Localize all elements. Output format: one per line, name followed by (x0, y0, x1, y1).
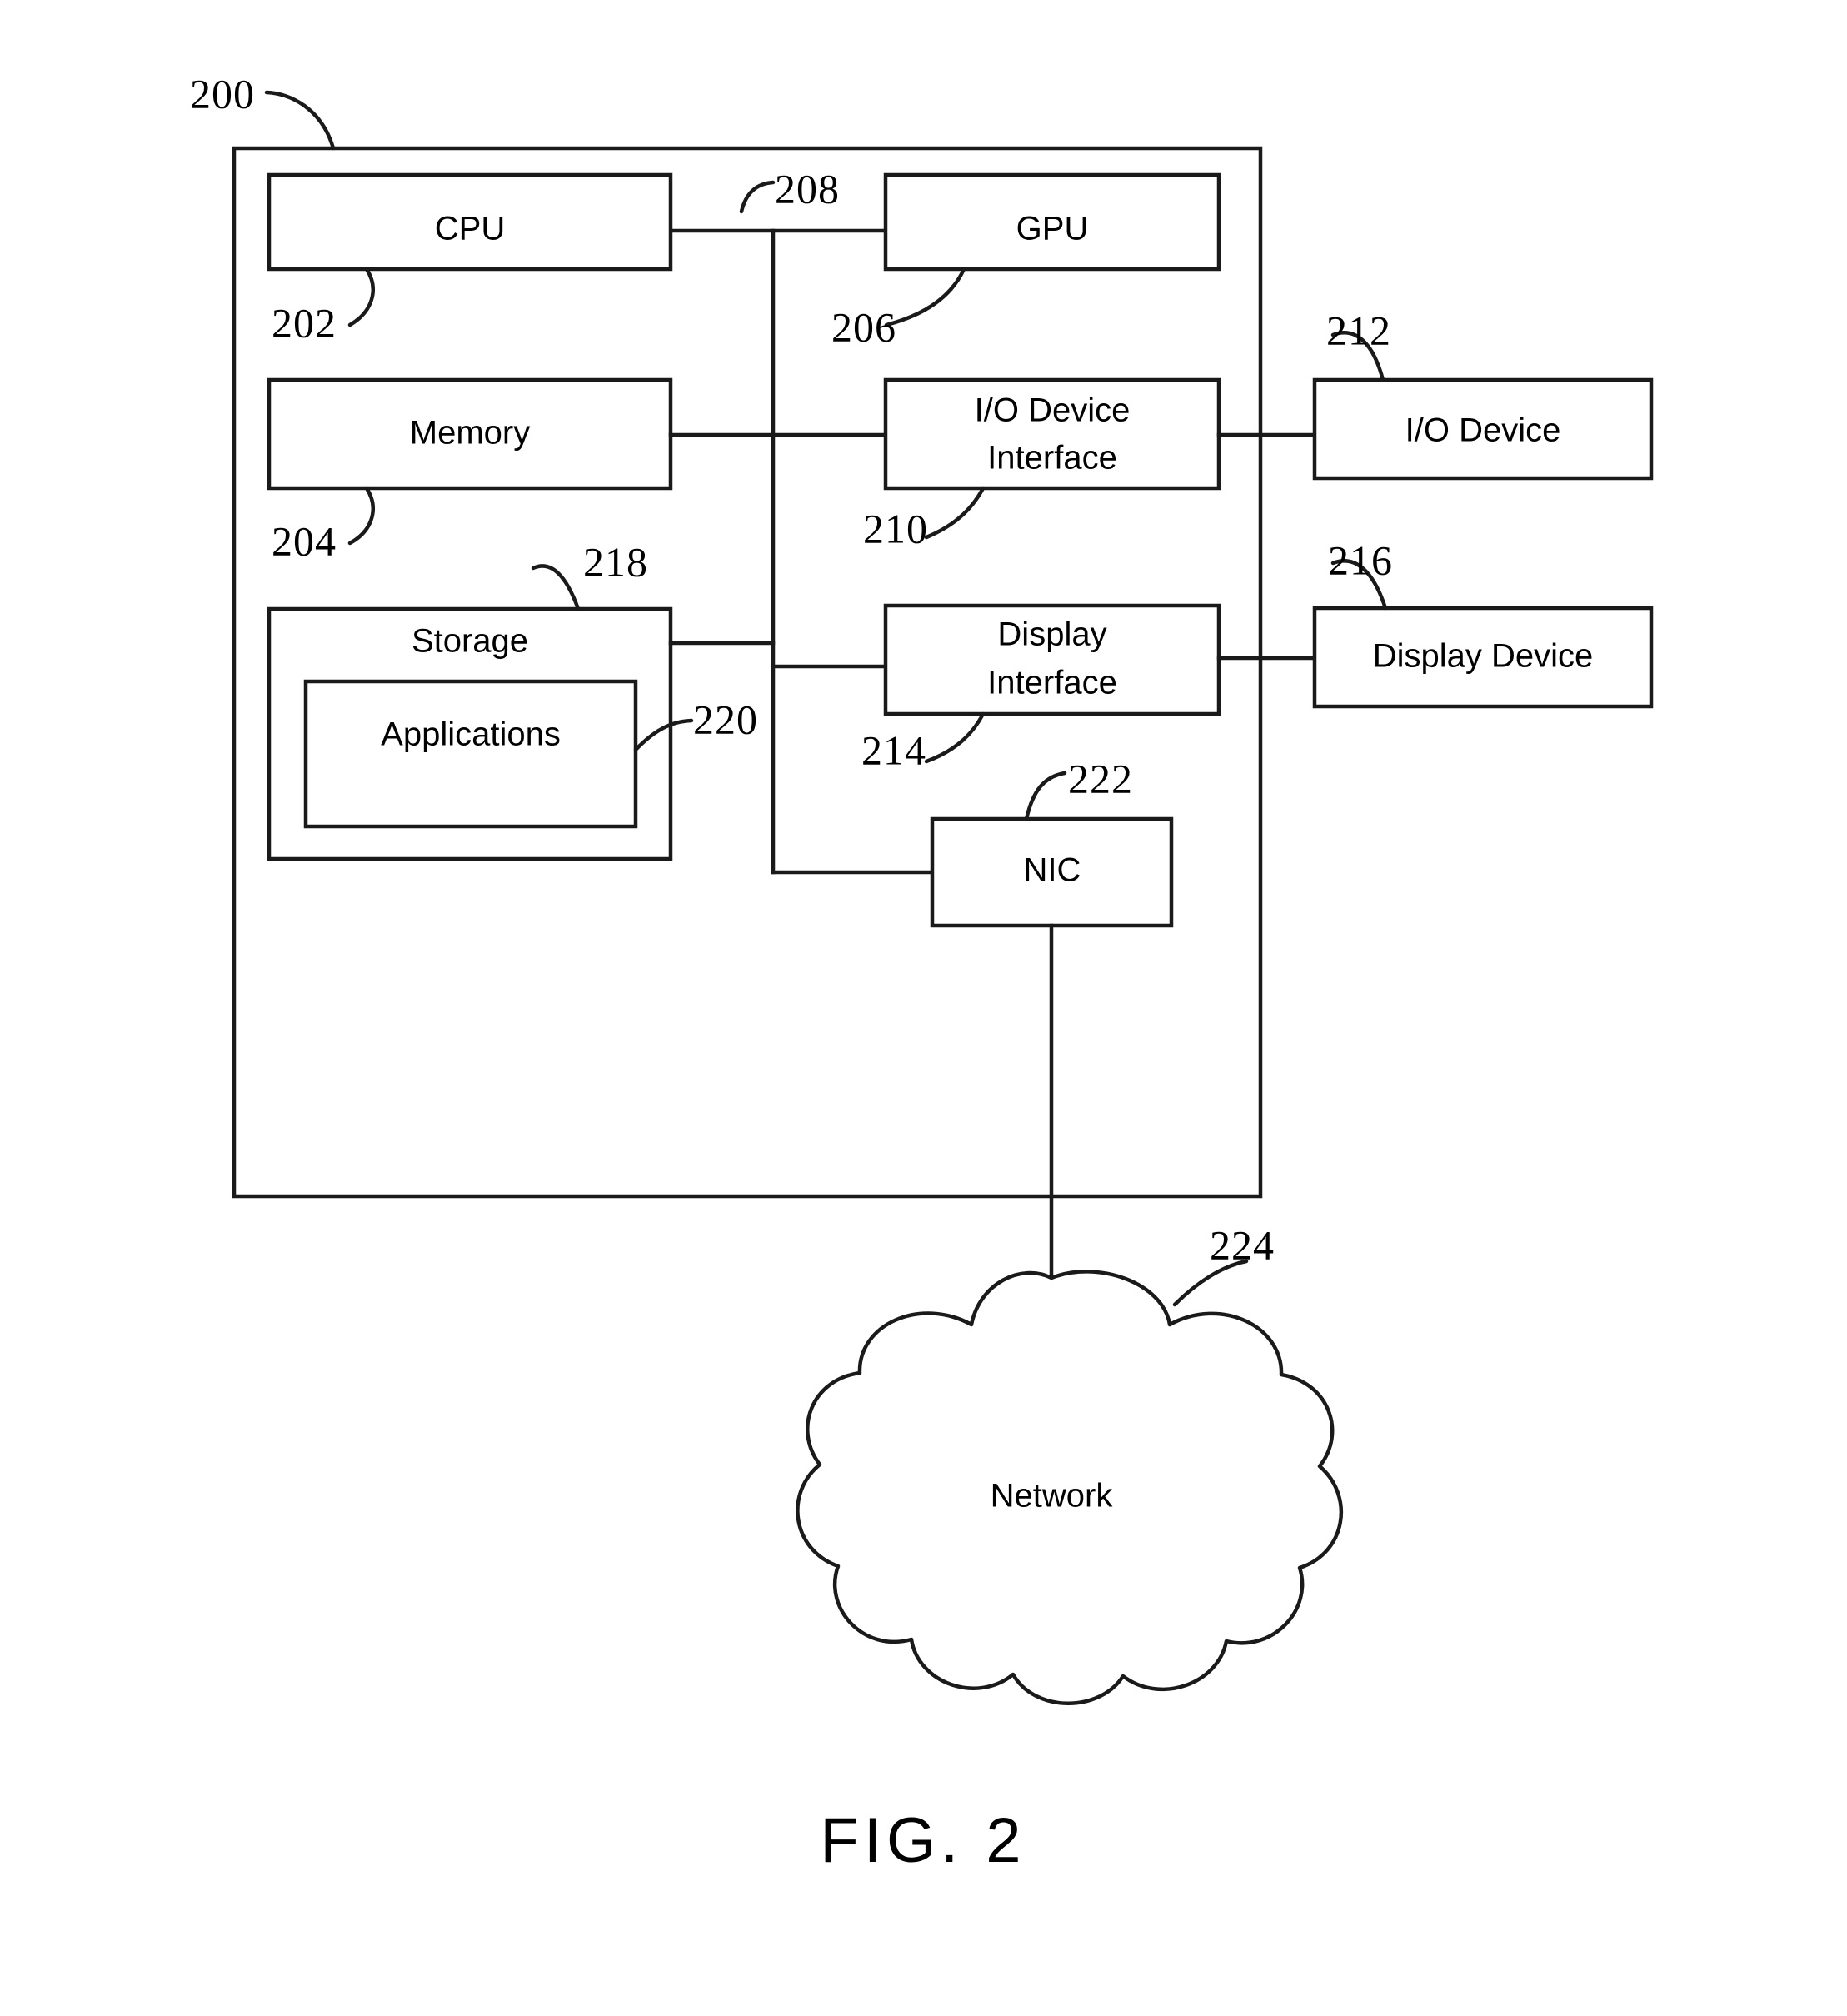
ref-number-210: 210 (863, 505, 928, 551)
ref-number-214: 214 (861, 726, 926, 773)
ref-number-200: 200 (190, 70, 255, 117)
node-label-io-interface-line1: I/O Device (975, 392, 1131, 429)
ref-number-204: 204 (272, 517, 337, 564)
node-label-memory: Memory (410, 415, 530, 452)
node-label-applications: Applications (381, 716, 561, 753)
ref-number-220: 220 (693, 696, 758, 742)
figure-2-diagram: 200 208 CPU 202 GPU 206 Memory 204 I/O D… (190, 70, 1654, 1876)
figure-caption: FIG. 2 (820, 1805, 1026, 1876)
ref-number-218: 218 (583, 538, 648, 585)
ref-number-212: 212 (1326, 307, 1391, 353)
ref-number-222: 222 (1068, 755, 1133, 801)
ref-number-216: 216 (1328, 536, 1393, 583)
node-label-network: Network (991, 1478, 1114, 1514)
ref-number-202: 202 (272, 299, 337, 346)
node-label-cpu: CPU (435, 211, 505, 247)
ref-number-224: 224 (1210, 1221, 1275, 1268)
node-label-display-interface-line1: Display (997, 616, 1106, 653)
ref-number-208: 208 (775, 165, 840, 212)
leader-line-204 (347, 486, 375, 546)
node-label-io-interface-line2: Interface (987, 440, 1117, 477)
node-label-display-device: Display Device (1373, 638, 1594, 675)
leader-line-206 (884, 267, 966, 327)
leader-line-214 (924, 711, 986, 764)
leader-line-210 (924, 486, 986, 540)
patent-figure-page: 200 208 CPU 202 GPU 206 Memory 204 I/O D… (0, 0, 1847, 2016)
leader-line-200 (264, 90, 336, 151)
node-label-gpu: GPU (1016, 211, 1089, 247)
node-label-nic: NIC (1024, 852, 1081, 889)
node-box-applications[interactable] (303, 679, 638, 829)
node-label-display-interface-line2: Interface (987, 665, 1117, 701)
leader-line-208 (739, 180, 776, 214)
ref-number-206: 206 (831, 303, 896, 350)
leader-line-222 (1024, 771, 1067, 821)
leader-line-202 (347, 267, 375, 327)
leader-line-218 (531, 564, 581, 611)
node-label-io-device: I/O Device (1405, 412, 1561, 449)
node-label-storage: Storage (412, 623, 528, 660)
